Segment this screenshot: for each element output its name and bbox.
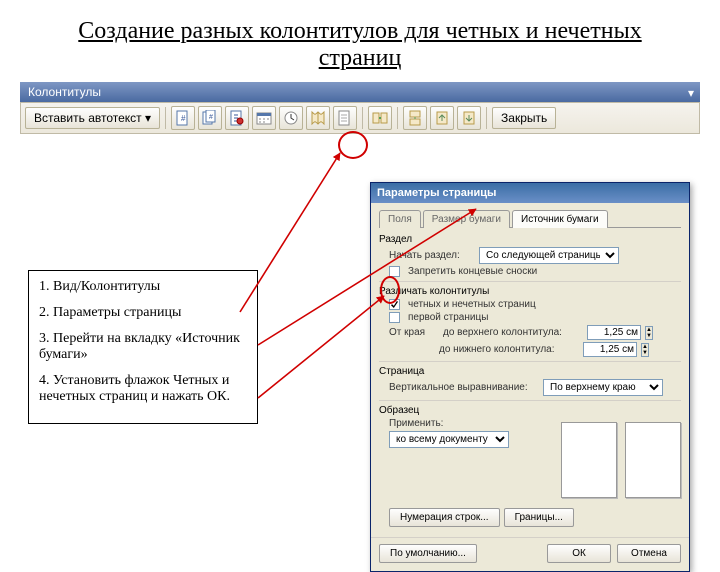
show-next-icon[interactable]: [457, 106, 481, 130]
step-3: 3. Перейти на вкладку «Источник бумаги»: [39, 331, 247, 363]
suppress-endnotes-label: Запретить концевые сноски: [408, 266, 537, 277]
borders-button[interactable]: Границы...: [504, 508, 574, 527]
default-button[interactable]: По умолчанию...: [379, 544, 477, 563]
insert-date-icon[interactable]: [252, 106, 276, 130]
spinner-arrows-icon[interactable]: ▲▼: [641, 343, 649, 357]
preview-page: [561, 422, 617, 498]
instruction-box: 1. Вид/Колонтитулы 2. Параметры страницы…: [28, 270, 258, 424]
insert-time-icon[interactable]: [279, 106, 303, 130]
preview-page: [625, 422, 681, 498]
separator: [362, 107, 363, 129]
valign-label: Вертикальное выравнивание:: [389, 382, 539, 393]
same-as-previous-icon[interactable]: [368, 106, 392, 130]
page-group-label: Страница: [379, 366, 681, 377]
insert-pages-count-icon[interactable]: #: [198, 106, 222, 130]
page-setup-dialog: Параметры страницы Поля Размер бумаги Ис…: [370, 182, 690, 572]
cancel-button[interactable]: Отмена: [617, 544, 681, 563]
autotext-button[interactable]: Вставить автотекст ▾: [25, 107, 160, 129]
first-page-label: первой страницы: [408, 312, 488, 323]
insert-page-number-icon[interactable]: #: [171, 106, 195, 130]
step-1: 1. Вид/Колонтитулы: [39, 279, 247, 295]
callout-circle-icon: [338, 131, 368, 159]
dialog-tabs: Поля Размер бумаги Источник бумаги: [379, 209, 681, 228]
step-2: 2. Параметры страницы: [39, 305, 247, 321]
header-distance-label: до верхнего колонтитула:: [443, 327, 583, 338]
slide-title: Создание разных колонтитулов для четных …: [40, 18, 680, 72]
ok-button[interactable]: ОК: [547, 544, 611, 563]
section-start-select[interactable]: Со следующей страницы: [479, 247, 619, 264]
svg-text:#: #: [181, 114, 186, 123]
section-start-label: Начать раздел:: [389, 250, 475, 261]
headers-group-label: Различать колонтитулы: [379, 286, 681, 297]
line-numbers-button[interactable]: Нумерация строк...: [389, 508, 500, 527]
svg-text:#: #: [209, 114, 213, 121]
header-footer-toolbar: Колонтитулы ▾ Вставить автотекст ▾ # # З…: [20, 82, 700, 134]
valign-select[interactable]: По верхнему краю: [543, 379, 663, 396]
spinner-arrows-icon[interactable]: ▲▼: [645, 326, 653, 340]
format-page-number-icon[interactable]: [225, 106, 249, 130]
separator: [397, 107, 398, 129]
show-previous-icon[interactable]: [430, 106, 454, 130]
from-edge-label: От края: [389, 327, 439, 338]
toolbar-chevron-icon[interactable]: ▾: [688, 86, 694, 100]
tab-paper-source[interactable]: Источник бумаги: [512, 210, 608, 228]
toolbar-title-text: Колонтитулы: [28, 85, 101, 99]
dialog-title: Параметры страницы: [371, 183, 689, 203]
apply-to-label: Применить:: [389, 418, 443, 429]
footer-distance-spinner[interactable]: [583, 342, 637, 357]
odd-even-label: четных и нечетных страниц: [408, 299, 536, 310]
step-4: 4. Установить флажок Четных и нечетных с…: [39, 373, 247, 405]
switch-header-footer-icon[interactable]: [403, 106, 427, 130]
separator: [165, 107, 166, 129]
close-button[interactable]: Закрыть: [492, 107, 556, 129]
toolbar-title: Колонтитулы ▾: [20, 82, 700, 102]
section-group-label: Раздел: [379, 234, 681, 245]
toolbar-row: Вставить автотекст ▾ # # Закрыть: [20, 102, 700, 134]
suppress-endnotes-checkbox: [389, 266, 400, 277]
first-page-checkbox[interactable]: [389, 312, 400, 323]
show-document-text-icon[interactable]: [333, 106, 357, 130]
tab-paper-size[interactable]: Размер бумаги: [423, 210, 510, 228]
separator: [486, 107, 487, 129]
page-setup-icon[interactable]: [306, 106, 330, 130]
header-distance-spinner[interactable]: [587, 325, 641, 340]
tab-margins[interactable]: Поля: [379, 210, 421, 228]
apply-to-select[interactable]: ко всему документу: [389, 431, 509, 448]
odd-even-checkbox[interactable]: [389, 299, 400, 310]
footer-distance-label: до нижнего колонтитула:: [439, 344, 579, 355]
preview-group-label: Образец: [379, 405, 681, 416]
